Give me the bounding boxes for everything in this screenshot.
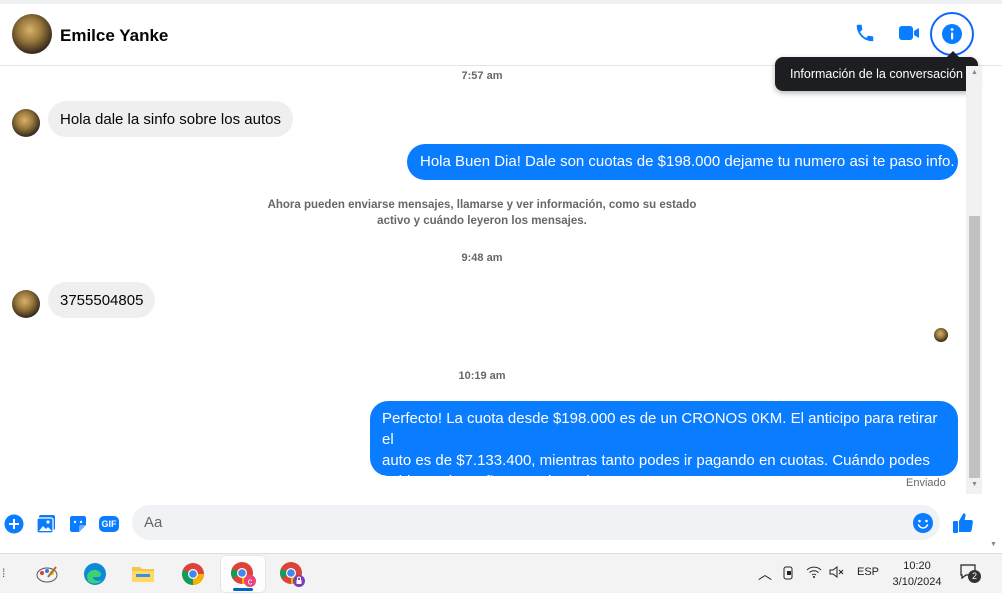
info-icon bbox=[942, 24, 962, 44]
taskbar-edge: ⁞ bbox=[2, 566, 6, 580]
clock-date: 3/10/2024 bbox=[892, 576, 942, 588]
wifi-icon[interactable] bbox=[806, 565, 822, 582]
like-icon[interactable] bbox=[950, 510, 976, 536]
file-explorer-icon[interactable] bbox=[121, 556, 165, 592]
scrollbar-thumb[interactable] bbox=[969, 216, 980, 478]
message-line: Perfecto! La cuota desde $198.000 es de … bbox=[382, 410, 938, 448]
notification-badge: 2 bbox=[968, 570, 981, 583]
chevron-up-icon[interactable]: ︿ bbox=[758, 564, 772, 584]
volume-muted-icon[interactable] bbox=[829, 565, 845, 582]
svg-text:c: c bbox=[248, 577, 253, 587]
language-indicator[interactable]: ESP bbox=[857, 566, 879, 578]
timestamp: 9:48 am bbox=[461, 252, 503, 264]
message-input[interactable]: Aa bbox=[132, 505, 940, 540]
message-composer: GIF Aa bbox=[0, 500, 1002, 546]
contact-avatar-small[interactable] bbox=[12, 109, 40, 137]
outgoing-message[interactable]: Perfecto! La cuota desde $198.000 es de … bbox=[370, 401, 958, 490]
notice-line: Ahora pueden enviarse mensajes, llamarse… bbox=[267, 199, 697, 211]
info-tooltip: Información de la conversación bbox=[775, 51, 978, 91]
chrome-profile-lock-icon[interactable] bbox=[270, 556, 314, 592]
incoming-message[interactable]: Hola dale la sinfo sobre los autos bbox=[48, 101, 293, 137]
edge-icon[interactable] bbox=[73, 556, 117, 592]
system-clock[interactable]: 10:20 3/10/2024 bbox=[886, 558, 948, 590]
gif-label: GIF bbox=[101, 519, 117, 529]
emoji-icon[interactable] bbox=[912, 512, 934, 534]
contact-avatar-small[interactable] bbox=[12, 290, 40, 318]
clock-time: 10:20 bbox=[903, 560, 931, 572]
scroll-down-arrow[interactable]: ▼ bbox=[969, 480, 980, 490]
conversation-info-button[interactable] bbox=[930, 12, 974, 56]
read-receipt-avatar bbox=[934, 328, 948, 342]
message-line: auto es de $7.133.400, mientras tanto po… bbox=[382, 452, 930, 469]
message-input-placeholder: Aa bbox=[144, 514, 163, 531]
contact-name[interactable]: Emilce Yanke bbox=[60, 26, 168, 46]
privacy-notice: Ahora pueden enviarse mensajes, llamarse… bbox=[262, 197, 702, 229]
meet-now-icon[interactable] bbox=[782, 565, 796, 584]
message-line: hablar? A la mañana o a la tarde? bbox=[382, 473, 607, 490]
plus-icon[interactable] bbox=[3, 513, 25, 535]
messenger-window: Emilce Yanke Información de la conversac… bbox=[0, 0, 1002, 553]
notice-line: activo y cuándo leyeron los mensajes. bbox=[377, 215, 587, 227]
message-status: Enviado bbox=[906, 477, 946, 489]
video-icon[interactable] bbox=[894, 18, 924, 48]
notification-center-icon[interactable]: 2 bbox=[959, 563, 981, 583]
timestamp: 10:19 am bbox=[458, 370, 506, 382]
scroll-up-arrow[interactable]: ▲ bbox=[969, 68, 980, 78]
outgoing-message[interactable]: Hola Buen Dia! Dale son cuotas de $198.0… bbox=[407, 144, 958, 180]
phone-icon[interactable] bbox=[850, 18, 880, 48]
timestamp: 7:57 am bbox=[461, 70, 503, 82]
image-icon[interactable] bbox=[35, 513, 57, 535]
chrome-profile-c-icon[interactable]: c bbox=[221, 556, 265, 592]
paint-icon[interactable] bbox=[25, 556, 69, 592]
incoming-message[interactable]: 3755504805 bbox=[48, 282, 156, 318]
chrome-icon[interactable] bbox=[171, 556, 215, 592]
windows-taskbar: ⁞ c ︿ ESP 10:20 3/10/2024 2 bbox=[0, 553, 1002, 593]
contact-avatar[interactable] bbox=[12, 14, 52, 54]
gif-icon[interactable]: GIF bbox=[98, 513, 120, 535]
sticker-icon[interactable] bbox=[67, 513, 89, 535]
